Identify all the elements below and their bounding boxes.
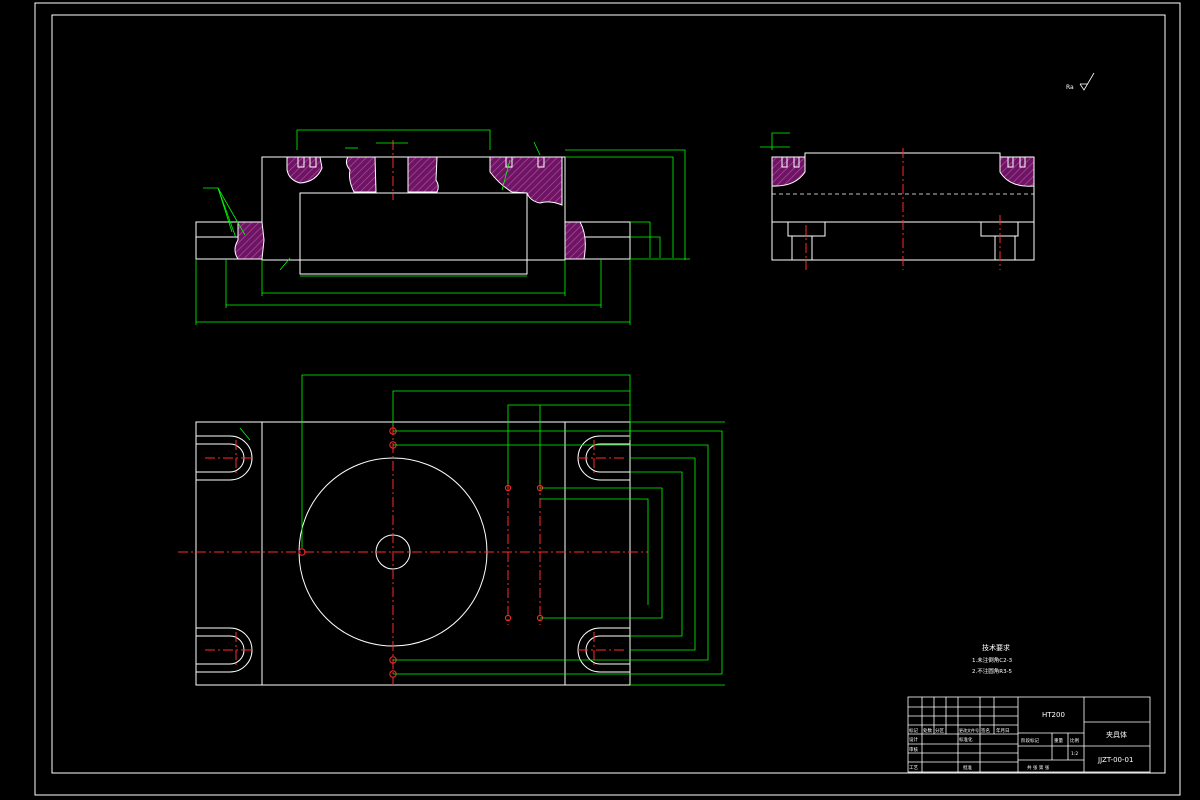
title-cell-standardize: 标准化 (959, 736, 973, 743)
title-cell-scale-value: 1:2 (1071, 751, 1078, 757)
svg-text:Ra: Ra (1066, 84, 1074, 91)
outer-frame (34, 2, 1181, 796)
title-cell-process: 工艺 (909, 765, 918, 771)
title-cell-review: 审核 (909, 746, 918, 753)
material-label: HT200 (1042, 711, 1065, 719)
side-view (760, 132, 1035, 270)
title-cell-sheet: 共 张 第 张 (1027, 764, 1050, 771)
tech-requirement-line-1: 1.未注倒角C2-3 (972, 656, 1013, 664)
title-cell-scale: 比例 (1070, 737, 1079, 744)
title-cell-change-doc: 更改文件号 (959, 727, 979, 733)
title-cell-zone: 分区 (935, 727, 944, 734)
tech-requirements: 技术要求 1.未注倒角C2-3 2.不注圆角R3-5 (972, 643, 1013, 675)
title-cell-design: 设计 (909, 736, 918, 743)
title-cell-weight: 重量 (1054, 737, 1063, 744)
title-cell-date: 年月日 (996, 727, 1010, 734)
title-block: 标记 处数 分区 更改文件号 签名 年月日 设计 标准化 审核 工艺 批准 阶段… (907, 696, 1151, 773)
drawing-canvas: Ra 技术要求 1.未注倒角C2-3 2.不注圆角R3-5 标记 处数 分区 更… (34, 2, 1181, 796)
drawing-number-label: JJZT-00-01 (1097, 756, 1133, 764)
title-cell-count: 处数 (923, 727, 932, 734)
title-cell-approve: 批准 (963, 764, 972, 771)
part-name-label: 夹具体 (1106, 730, 1127, 739)
title-cell-stage-mark: 阶段标记 (1021, 737, 1039, 744)
front-view (195, 129, 690, 325)
title-cell-signature: 签名 (981, 727, 990, 734)
top-view (178, 374, 725, 686)
tech-requirements-title: 技术要求 (982, 643, 1010, 652)
title-cell-mark: 标记 (909, 727, 918, 734)
surface-finish-symbol: Ra (1066, 72, 1095, 91)
tech-requirement-line-2: 2.不注圆角R3-5 (972, 667, 1013, 675)
